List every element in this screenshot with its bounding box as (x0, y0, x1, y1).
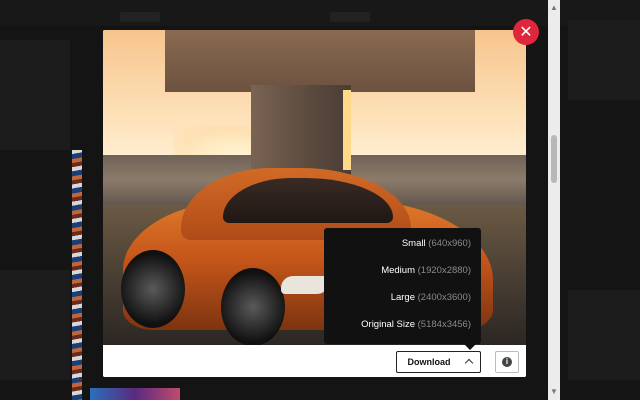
background-nav-item (330, 12, 370, 22)
close-icon: ✕ (519, 22, 533, 41)
menu-item-label: Medium (381, 265, 415, 276)
chevron-up-icon (464, 358, 474, 368)
download-size-toggle-button[interactable] (460, 351, 481, 373)
menu-item-label: Small (401, 238, 426, 249)
download-toolbar: Download i (103, 345, 526, 377)
photo-car-wheel (121, 250, 185, 328)
menu-item-dimensions: (5184x3456) (417, 319, 471, 330)
menu-item-label: Original Size (361, 319, 415, 330)
background-topbar (0, 0, 640, 26)
info-icon: i (502, 357, 512, 367)
download-button[interactable]: Download (396, 351, 462, 373)
info-button[interactable]: i (495, 351, 519, 373)
menu-item-dimensions: (1920x2880) (417, 265, 471, 276)
menu-item-dimensions: (640x960) (428, 238, 471, 249)
menu-item-small[interactable]: Small (640x960) (402, 238, 471, 254)
scroll-down-arrow-icon[interactable]: ▼ (548, 386, 560, 398)
menu-item-large[interactable]: Large (2400x3600) (391, 292, 471, 308)
menu-item-dimensions: (2400x3600) (417, 292, 471, 303)
menu-item-label: Large (390, 292, 415, 303)
background-card (0, 270, 70, 380)
photo-car-headlight (281, 276, 329, 294)
background-artwork-bottom (90, 388, 180, 400)
background-card (0, 40, 70, 150)
scroll-up-arrow-icon[interactable]: ▲ (548, 2, 560, 14)
photo-light-edge (343, 90, 351, 170)
scroll-thumb[interactable] (551, 135, 557, 183)
background-card (568, 290, 640, 380)
background-card (568, 20, 640, 100)
menu-item-original-size[interactable]: Original Size (5184x3456) (361, 319, 471, 335)
background-nav-item (120, 12, 160, 22)
page-scrollbar[interactable]: ▲ ▼ (548, 0, 560, 400)
download-size-menu: Small (640x960) Medium (1920x2880) Large… (324, 228, 481, 350)
close-button[interactable]: ✕ (513, 19, 539, 45)
menu-item-medium[interactable]: Medium (1920x2880) (381, 265, 471, 281)
photo-bridge-beam (165, 30, 475, 92)
photo-car-wheel (221, 268, 285, 345)
background-artwork (72, 150, 82, 400)
